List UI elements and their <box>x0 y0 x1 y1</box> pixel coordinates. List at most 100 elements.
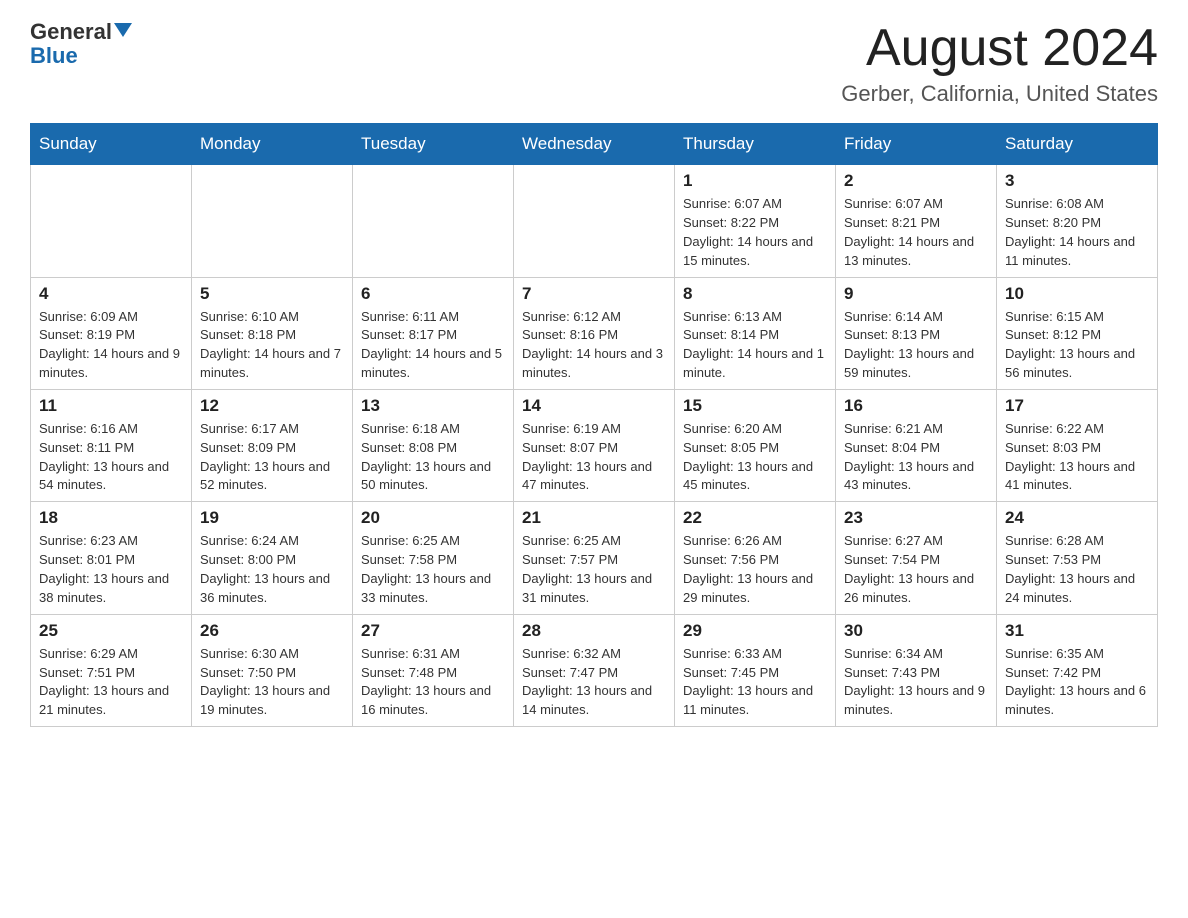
calendar-cell: 22Sunrise: 6:26 AM Sunset: 7:56 PM Dayli… <box>675 502 836 614</box>
calendar-cell: 30 Sunrise: 6:34 AM Sunset: 7:43 PM Dayli… <box>836 614 997 726</box>
day-number: 1 <box>683 171 827 191</box>
calendar-week-1: 1 Sunrise: 6:07 AM Sunset: 8:22 PM Daylig… <box>31 165 1158 277</box>
day-number: 22 <box>683 508 827 528</box>
calendar-cell: 18 Sunrise: 6:23 AM Sunset: 8:01 PM Dayli… <box>31 502 192 614</box>
day-number: 20 <box>361 508 505 528</box>
day-number: 10 <box>1005 284 1149 304</box>
day-info: Sunrise: 6:34 AM Sunset: 7:43 PM Dayligh… <box>844 645 988 720</box>
day-number: 2 <box>844 171 988 191</box>
calendar-cell: 16 Sunrise: 6:21 AM Sunset: 8:04 PM Dayli… <box>836 389 997 501</box>
calendar-cell: 15 Sunrise: 6:20 AM Sunset: 8:05 PM Dayli… <box>675 389 836 501</box>
day-info: Sunrise: 6:24 AM Sunset: 8:00 PM Dayligh… <box>200 532 344 607</box>
day-number: 15 <box>683 396 827 416</box>
calendar-cell: 25 Sunrise: 6:29 AM Sunset: 7:51 PM Dayli… <box>31 614 192 726</box>
weekday-header-saturday: Saturday <box>997 124 1158 165</box>
day-number: 13 <box>361 396 505 416</box>
day-info: Sunrise: 6:20 AM Sunset: 8:05 PM Dayligh… <box>683 420 827 495</box>
day-info: Sunrise: 6:15 AM Sunset: 8:12 PM Dayligh… <box>1005 308 1149 383</box>
day-number: 26 <box>200 621 344 641</box>
weekday-header-tuesday: Tuesday <box>353 124 514 165</box>
weekday-header-wednesday: Wednesday <box>514 124 675 165</box>
day-number: 23 <box>844 508 988 528</box>
calendar-week-3: 11 Sunrise: 6:16 AM Sunset: 8:11 PM Dayli… <box>31 389 1158 501</box>
calendar-cell: 27 Sunrise: 6:31 AM Sunset: 7:48 PM Dayli… <box>353 614 514 726</box>
calendar-header-row: SundayMondayTuesdayWednesdayThursdayFrid… <box>31 124 1158 165</box>
day-info: Sunrise: 6:27 AM Sunset: 7:54 PM Dayligh… <box>844 532 988 607</box>
day-number: 28 <box>522 621 666 641</box>
calendar-cell: 29 Sunrise: 6:33 AM Sunset: 7:45 PM Dayli… <box>675 614 836 726</box>
day-info: Sunrise: 6:33 AM Sunset: 7:45 PM Dayligh… <box>683 645 827 720</box>
calendar-cell <box>514 165 675 277</box>
day-number: 21 <box>522 508 666 528</box>
day-info: Sunrise: 6:32 AM Sunset: 7:47 PM Dayligh… <box>522 645 666 720</box>
day-number: 6 <box>361 284 505 304</box>
day-info: Sunrise: 6:23 AM Sunset: 8:01 PM Dayligh… <box>39 532 183 607</box>
day-number: 30 <box>844 621 988 641</box>
day-info: Sunrise: 6:07 AM Sunset: 8:22 PM Dayligh… <box>683 195 827 270</box>
weekday-header-friday: Friday <box>836 124 997 165</box>
day-number: 3 <box>1005 171 1149 191</box>
logo: General Blue <box>30 20 132 68</box>
calendar-cell: 1 Sunrise: 6:07 AM Sunset: 8:22 PM Daylig… <box>675 165 836 277</box>
calendar-cell: 9Sunrise: 6:14 AM Sunset: 8:13 PM Daylig… <box>836 277 997 389</box>
day-info: Sunrise: 6:10 AM Sunset: 8:18 PM Dayligh… <box>200 308 344 383</box>
day-number: 27 <box>361 621 505 641</box>
calendar-cell: 23 Sunrise: 6:27 AM Sunset: 7:54 PM Dayli… <box>836 502 997 614</box>
day-number: 18 <box>39 508 183 528</box>
page-header: General Blue August 2024 Gerber, Califor… <box>30 20 1158 107</box>
calendar-cell: 21 Sunrise: 6:25 AM Sunset: 7:57 PM Dayli… <box>514 502 675 614</box>
day-number: 31 <box>1005 621 1149 641</box>
location-title: Gerber, California, United States <box>841 81 1158 107</box>
day-info: Sunrise: 6:19 AM Sunset: 8:07 PM Dayligh… <box>522 420 666 495</box>
day-number: 24 <box>1005 508 1149 528</box>
day-number: 16 <box>844 396 988 416</box>
logo-general-text: General <box>30 20 112 44</box>
day-number: 9 <box>844 284 988 304</box>
day-info: Sunrise: 6:35 AM Sunset: 7:42 PM Dayligh… <box>1005 645 1149 720</box>
day-info: Sunrise: 6:18 AM Sunset: 8:08 PM Dayligh… <box>361 420 505 495</box>
day-number: 4 <box>39 284 183 304</box>
day-info: Sunrise: 6:22 AM Sunset: 8:03 PM Dayligh… <box>1005 420 1149 495</box>
day-info: Sunrise: 6:21 AM Sunset: 8:04 PM Dayligh… <box>844 420 988 495</box>
day-number: 8 <box>683 284 827 304</box>
day-info: Sunrise: 6:11 AM Sunset: 8:17 PM Dayligh… <box>361 308 505 383</box>
day-number: 5 <box>200 284 344 304</box>
calendar-table: SundayMondayTuesdayWednesdayThursdayFrid… <box>30 123 1158 727</box>
month-title: August 2024 <box>841 20 1158 77</box>
calendar-cell: 28 Sunrise: 6:32 AM Sunset: 7:47 PM Dayli… <box>514 614 675 726</box>
calendar-cell: 31 Sunrise: 6:35 AM Sunset: 7:42 PM Dayli… <box>997 614 1158 726</box>
day-info: Sunrise: 6:31 AM Sunset: 7:48 PM Dayligh… <box>361 645 505 720</box>
calendar-cell: 24Sunrise: 6:28 AM Sunset: 7:53 PM Dayli… <box>997 502 1158 614</box>
day-number: 29 <box>683 621 827 641</box>
calendar-cell: 20 Sunrise: 6:25 AM Sunset: 7:58 PM Dayli… <box>353 502 514 614</box>
calendar-cell <box>31 165 192 277</box>
calendar-cell: 11 Sunrise: 6:16 AM Sunset: 8:11 PM Dayli… <box>31 389 192 501</box>
calendar-cell: 4 Sunrise: 6:09 AM Sunset: 8:19 PM Daylig… <box>31 277 192 389</box>
calendar-cell: 2 Sunrise: 6:07 AM Sunset: 8:21 PM Daylig… <box>836 165 997 277</box>
day-info: Sunrise: 6:25 AM Sunset: 7:58 PM Dayligh… <box>361 532 505 607</box>
calendar-cell <box>353 165 514 277</box>
day-number: 25 <box>39 621 183 641</box>
day-info: Sunrise: 6:29 AM Sunset: 7:51 PM Dayligh… <box>39 645 183 720</box>
calendar-cell: 14Sunrise: 6:19 AM Sunset: 8:07 PM Dayli… <box>514 389 675 501</box>
day-number: 17 <box>1005 396 1149 416</box>
calendar-week-4: 18 Sunrise: 6:23 AM Sunset: 8:01 PM Dayli… <box>31 502 1158 614</box>
calendar-week-5: 25 Sunrise: 6:29 AM Sunset: 7:51 PM Dayli… <box>31 614 1158 726</box>
calendar-cell: 8Sunrise: 6:13 AM Sunset: 8:14 PM Daylig… <box>675 277 836 389</box>
day-info: Sunrise: 6:08 AM Sunset: 8:20 PM Dayligh… <box>1005 195 1149 270</box>
calendar-cell: 17 Sunrise: 6:22 AM Sunset: 8:03 PM Dayli… <box>997 389 1158 501</box>
calendar-cell: 3 Sunrise: 6:08 AM Sunset: 8:20 PM Daylig… <box>997 165 1158 277</box>
day-info: Sunrise: 6:07 AM Sunset: 8:21 PM Dayligh… <box>844 195 988 270</box>
weekday-header-sunday: Sunday <box>31 124 192 165</box>
day-info: Sunrise: 6:25 AM Sunset: 7:57 PM Dayligh… <box>522 532 666 607</box>
calendar-cell: 5 Sunrise: 6:10 AM Sunset: 8:18 PM Daylig… <box>192 277 353 389</box>
calendar-cell: 19 Sunrise: 6:24 AM Sunset: 8:00 PM Dayli… <box>192 502 353 614</box>
day-number: 19 <box>200 508 344 528</box>
calendar-cell: 7Sunrise: 6:12 AM Sunset: 8:16 PM Daylig… <box>514 277 675 389</box>
day-info: Sunrise: 6:09 AM Sunset: 8:19 PM Dayligh… <box>39 308 183 383</box>
weekday-header-thursday: Thursday <box>675 124 836 165</box>
day-info: Sunrise: 6:17 AM Sunset: 8:09 PM Dayligh… <box>200 420 344 495</box>
day-info: Sunrise: 6:16 AM Sunset: 8:11 PM Dayligh… <box>39 420 183 495</box>
day-number: 11 <box>39 396 183 416</box>
calendar-cell: 13 Sunrise: 6:18 AM Sunset: 8:08 PM Dayli… <box>353 389 514 501</box>
